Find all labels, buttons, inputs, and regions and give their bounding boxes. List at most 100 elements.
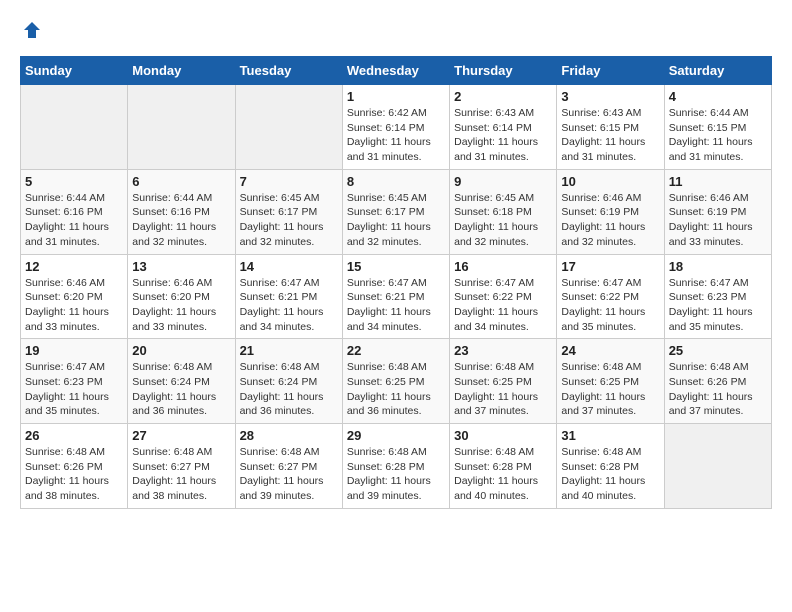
calendar-cell: 18 Sunrise: 6:47 AMSunset: 6:23 PMDayligh… [664,254,771,339]
calendar-cell [235,85,342,170]
day-number: 6 [132,174,230,189]
day-info: Sunrise: 6:47 AMSunset: 6:21 PMDaylight:… [240,276,338,335]
day-info: Sunrise: 6:45 AMSunset: 6:18 PMDaylight:… [454,191,552,250]
week-row-0: 1 Sunrise: 6:42 AMSunset: 6:14 PMDaylight… [21,85,772,170]
calendar-header: SundayMondayTuesdayWednesdayThursdayFrid… [21,57,772,85]
day-number: 3 [561,89,659,104]
day-number: 30 [454,428,552,443]
day-number: 11 [669,174,767,189]
calendar-cell: 26Sunrise: 6:48 AMSunset: 6:26 PMDayligh… [21,424,128,509]
day-number: 15 [347,259,445,274]
day-number: 13 [132,259,230,274]
day-info: Sunrise: 6:48 AMSunset: 6:28 PMDaylight:… [454,445,552,504]
calendar-cell: 10Sunrise: 6:46 AMSunset: 6:19 PMDayligh… [557,169,664,254]
calendar-cell: 7 Sunrise: 6:45 AMSunset: 6:17 PMDaylight… [235,169,342,254]
day-number: 17 [561,259,659,274]
logo-icon [22,20,42,40]
calendar-cell: 16 Sunrise: 6:47 AMSunset: 6:22 PMDayligh… [450,254,557,339]
day-info: Sunrise: 6:48 AMSunset: 6:26 PMDaylight:… [669,360,767,419]
calendar-cell: 31Sunrise: 6:48 AMSunset: 6:28 PMDayligh… [557,424,664,509]
header-day-sunday: Sunday [21,57,128,85]
calendar-cell [664,424,771,509]
calendar-cell: 1 Sunrise: 6:42 AMSunset: 6:14 PMDaylight… [342,85,449,170]
day-number: 1 [347,89,445,104]
day-number: 29 [347,428,445,443]
calendar-cell: 5Sunrise: 6:44 AMSunset: 6:16 PMDaylight… [21,169,128,254]
calendar-cell: 27Sunrise: 6:48 AMSunset: 6:27 PMDayligh… [128,424,235,509]
calendar-cell: 25 Sunrise: 6:48 AMSunset: 6:26 PMDayligh… [664,339,771,424]
day-number: 16 [454,259,552,274]
header-day-friday: Friday [557,57,664,85]
day-info: Sunrise: 6:47 AMSunset: 6:23 PMDaylight:… [669,276,767,335]
calendar-cell [128,85,235,170]
day-info: Sunrise: 6:48 AMSunset: 6:27 PMDaylight:… [240,445,338,504]
logo [20,20,42,46]
calendar-cell: 3 Sunrise: 6:43 AMSunset: 6:15 PMDaylight… [557,85,664,170]
calendar-cell: 29 Sunrise: 6:48 AMSunset: 6:28 PMDayligh… [342,424,449,509]
calendar-cell: 4 Sunrise: 6:44 AMSunset: 6:15 PMDaylight… [664,85,771,170]
calendar-cell: 8 Sunrise: 6:45 AMSunset: 6:17 PMDaylight… [342,169,449,254]
day-number: 21 [240,343,338,358]
day-info: Sunrise: 6:45 AMSunset: 6:17 PMDaylight:… [240,191,338,250]
header-day-thursday: Thursday [450,57,557,85]
day-number: 27 [132,428,230,443]
day-number: 25 [669,343,767,358]
day-info: Sunrise: 6:48 AMSunset: 6:25 PMDaylight:… [454,360,552,419]
week-row-4: 26Sunrise: 6:48 AMSunset: 6:26 PMDayligh… [21,424,772,509]
day-number: 12 [25,259,123,274]
day-number: 8 [347,174,445,189]
day-number: 7 [240,174,338,189]
day-info: Sunrise: 6:48 AMSunset: 6:24 PMDaylight:… [132,360,230,419]
calendar-cell: 22 Sunrise: 6:48 AMSunset: 6:25 PMDayligh… [342,339,449,424]
day-info: Sunrise: 6:42 AMSunset: 6:14 PMDaylight:… [347,106,445,165]
day-info: Sunrise: 6:43 AMSunset: 6:14 PMDaylight:… [454,106,552,165]
day-number: 18 [669,259,767,274]
day-info: Sunrise: 6:48 AMSunset: 6:28 PMDaylight:… [347,445,445,504]
calendar-cell: 19Sunrise: 6:47 AMSunset: 6:23 PMDayligh… [21,339,128,424]
calendar-cell: 15Sunrise: 6:47 AMSunset: 6:21 PMDayligh… [342,254,449,339]
day-number: 22 [347,343,445,358]
day-number: 14 [240,259,338,274]
calendar-cell: 28 Sunrise: 6:48 AMSunset: 6:27 PMDayligh… [235,424,342,509]
calendar-cell: 24 Sunrise: 6:48 AMSunset: 6:25 PMDayligh… [557,339,664,424]
header-day-tuesday: Tuesday [235,57,342,85]
day-number: 31 [561,428,659,443]
calendar-table: SundayMondayTuesdayWednesdayThursdayFrid… [20,56,772,509]
day-info: Sunrise: 6:47 AMSunset: 6:22 PMDaylight:… [561,276,659,335]
calendar-cell: 30 Sunrise: 6:48 AMSunset: 6:28 PMDayligh… [450,424,557,509]
day-info: Sunrise: 6:46 AMSunset: 6:19 PMDaylight:… [561,191,659,250]
day-info: Sunrise: 6:47 AMSunset: 6:22 PMDaylight:… [454,276,552,335]
day-info: Sunrise: 6:48 AMSunset: 6:25 PMDaylight:… [561,360,659,419]
day-number: 23 [454,343,552,358]
day-number: 24 [561,343,659,358]
day-number: 5 [25,174,123,189]
header-day-monday: Monday [128,57,235,85]
calendar-cell [21,85,128,170]
calendar-body: 1 Sunrise: 6:42 AMSunset: 6:14 PMDaylight… [21,85,772,509]
week-row-1: 5 Sunrise: 6:44 AMSunset: 6:16 PMDaylight… [21,169,772,254]
header-row: SundayMondayTuesdayWednesdayThursdayFrid… [21,57,772,85]
calendar-cell: 21 Sunrise: 6:48 AMSunset: 6:24 PMDayligh… [235,339,342,424]
day-info: Sunrise: 6:45 AMSunset: 6:17 PMDaylight:… [347,191,445,250]
day-info: Sunrise: 6:44 AMSunset: 6:16 PMDaylight:… [132,191,230,250]
page-header [20,20,772,46]
header-day-saturday: Saturday [664,57,771,85]
day-number: 28 [240,428,338,443]
calendar-cell: 14 Sunrise: 6:47 AMSunset: 6:21 PMDayligh… [235,254,342,339]
day-info: Sunrise: 6:46 AMSunset: 6:20 PMDaylight:… [132,276,230,335]
day-number: 4 [669,89,767,104]
day-info: Sunrise: 6:46 AMSunset: 6:19 PMDaylight:… [669,191,767,250]
day-info: Sunrise: 6:48 AMSunset: 6:25 PMDaylight:… [347,360,445,419]
calendar-cell: 13 Sunrise: 6:46 AMSunset: 6:20 PMDayligh… [128,254,235,339]
day-info: Sunrise: 6:48 AMSunset: 6:24 PMDaylight:… [240,360,338,419]
day-number: 2 [454,89,552,104]
day-info: Sunrise: 6:47 AMSunset: 6:23 PMDaylight:… [25,360,123,419]
calendar-cell: 23 Sunrise: 6:48 AMSunset: 6:25 PMDayligh… [450,339,557,424]
day-number: 20 [132,343,230,358]
calendar-cell: 9Sunrise: 6:45 AMSunset: 6:18 PMDaylight… [450,169,557,254]
day-info: Sunrise: 6:44 AMSunset: 6:15 PMDaylight:… [669,106,767,165]
day-info: Sunrise: 6:43 AMSunset: 6:15 PMDaylight:… [561,106,659,165]
day-info: Sunrise: 6:48 AMSunset: 6:26 PMDaylight:… [25,445,123,504]
calendar-cell: 17 Sunrise: 6:47 AMSunset: 6:22 PMDayligh… [557,254,664,339]
week-row-3: 19Sunrise: 6:47 AMSunset: 6:23 PMDayligh… [21,339,772,424]
